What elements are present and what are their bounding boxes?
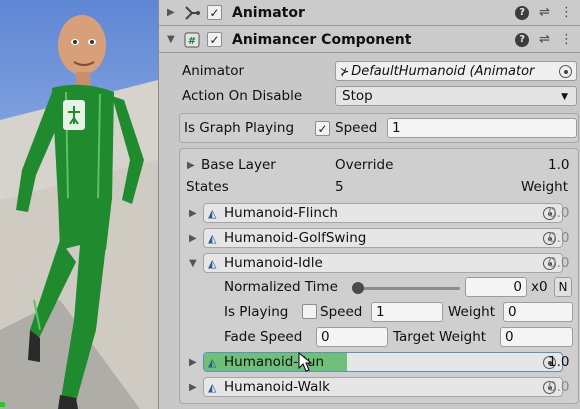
foldout-collapsed-icon[interactable]: ▶ [167,7,179,18]
state-foldout-expanded-icon[interactable]: ▼ [189,258,197,269]
time-multiplier: x0 [531,279,548,295]
normalized-time-value: 0 [513,279,522,295]
mouse-cursor-icon [298,352,312,372]
state-weight-label: Weight [448,304,496,320]
chevron-down-icon: ▼ [561,92,568,102]
state-weight: 0.0 [548,255,570,271]
graph-speed-field[interactable]: 1 [387,118,577,138]
normalize-button-label: N [558,280,568,294]
animator-component-header[interactable]: ▶ ✓ Animator ? ⇌ ⋮ [159,0,580,26]
slider-knob[interactable] [352,282,364,294]
presets-icon[interactable]: ⇌ [539,5,550,20]
target-weight-field[interactable]: 0 [500,327,573,347]
state-speed-value: 1 [376,304,385,320]
state-foldout-icon[interactable]: ▶ [189,357,197,368]
animation-clip-icon: ◭ [208,380,217,394]
state-weight-field[interactable]: 0 [503,302,573,322]
character-figure [16,15,144,409]
graph-playing-box: Is Graph Playing ✓ Speed 1 [179,113,579,143]
layer-weight: 1.0 [548,157,570,173]
state-foldout-icon[interactable]: ▶ [189,382,197,393]
script-component-icon: # [183,32,201,48]
component-title: Animancer Component [232,31,412,48]
layer-foldout-icon[interactable]: ▶ [187,160,195,171]
animation-clip-icon: ◭ [208,231,217,245]
weight-header: Weight [521,179,569,195]
foldout-expanded-icon[interactable]: ▼ [167,34,179,45]
layer-mode[interactable]: Override [335,157,393,173]
state-weight: 1.0 [548,354,570,370]
animation-clip-icon: ◭ [208,206,217,220]
animator-field-label: Animator [182,63,245,79]
animancer-component-header[interactable]: ▼ # ✓ Animancer Component ? ⇌ ⋮ [159,27,580,53]
state-foldout-icon[interactable]: ▶ [189,208,197,219]
target-weight-label: Target Weight [393,329,487,345]
normalized-time-label: Normalized Time [224,279,338,295]
animation-clip-icon: ◭ [208,355,217,369]
state-weight: 0.0 [548,379,570,395]
states-label: States [186,179,229,195]
scene-viewport[interactable] [0,0,158,409]
layer-name: Base Layer [201,157,276,173]
graph-speed-value: 1 [392,120,401,136]
state-speed-field[interactable]: 1 [371,302,443,322]
state-name: Humanoid-Walk [224,379,330,395]
animancer-enabled-checkbox[interactable]: ✓ [207,32,222,47]
states-count: 5 [335,179,344,195]
animator-icon: ⊁ [340,64,350,78]
fade-speed-label: Fade Speed [224,329,303,345]
presets-icon[interactable]: ⇌ [539,32,550,47]
state-speed-label: Speed [320,304,363,320]
animator-field-value: DefaultHumanoid (Animator [351,63,535,79]
state-row-run[interactable]: ◭ Humanoid-Run [203,352,563,372]
fade-speed-field[interactable]: 0 [316,327,388,347]
object-picker-icon[interactable] [559,65,572,78]
more-options-icon[interactable]: ⋮ [560,5,573,20]
normalize-toggle-button[interactable]: N [554,277,572,297]
state-name: Humanoid-Idle [224,255,323,271]
help-icon[interactable]: ? [515,32,530,47]
normalized-time-slider[interactable] [356,287,460,290]
action-on-disable-dropdown[interactable]: Stop ▼ [335,86,577,106]
scene-gizmo-marker [0,402,5,407]
animator-component-icon [183,5,201,21]
state-row-walk[interactable]: ◭ Humanoid-Walk [203,377,563,397]
help-icon[interactable]: ? [515,5,530,20]
more-options-icon[interactable]: ⋮ [560,32,573,47]
normalized-time-field[interactable]: 0 [465,277,527,297]
graph-speed-label: Speed [335,120,378,136]
state-weight: 0.0 [548,205,570,221]
state-row-idle[interactable]: ◭ Humanoid-Idle [203,253,563,273]
animator-enabled-checkbox[interactable]: ✓ [207,5,222,20]
animator-object-field[interactable]: ⊁ DefaultHumanoid (Animator [335,61,577,81]
inspector-panel: ▶ ✓ Animator ? ⇌ ⋮ ▼ # ✓ Animancer Compo… [158,0,580,409]
is-playing-checkbox[interactable] [302,304,317,319]
action-on-disable-label: Action On Disable [182,88,303,104]
state-name: Humanoid-GolfSwing [224,230,367,246]
animation-clip-icon: ◭ [208,256,217,270]
target-weight-value: 0 [505,329,514,345]
component-title: Animator [232,4,305,21]
is-graph-playing-label: Is Graph Playing [184,120,295,136]
is-graph-playing-checkbox[interactable]: ✓ [315,121,330,136]
state-row-flinch[interactable]: ◭ Humanoid-Flinch [203,203,563,223]
fade-speed-value: 0 [321,329,330,345]
state-row-golfswing[interactable]: ◭ Humanoid-GolfSwing [203,228,563,248]
action-on-disable-value: Stop [342,88,373,104]
is-playing-label: Is Playing [224,304,289,320]
state-weight: 0.0 [548,230,570,246]
svg-text:#: # [188,36,196,47]
state-name: Humanoid-Flinch [224,205,338,221]
state-foldout-icon[interactable]: ▶ [189,233,197,244]
state-weight-value: 0 [508,304,517,320]
